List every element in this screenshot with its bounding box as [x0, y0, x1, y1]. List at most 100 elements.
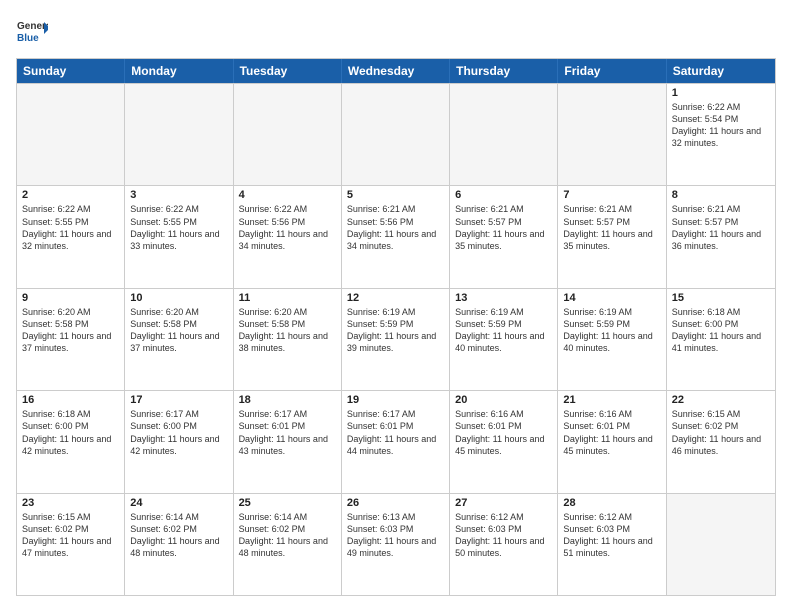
- day-header-monday: Monday: [125, 59, 233, 83]
- day-number: 28: [563, 497, 660, 509]
- day-details: Sunrise: 6:20 AMSunset: 5:58 PMDaylight:…: [22, 306, 119, 355]
- logo-svg: General Blue: [16, 16, 48, 48]
- header: General Blue: [16, 16, 776, 48]
- day-number: 15: [672, 292, 770, 304]
- day-cell-10: 10 Sunrise: 6:20 AMSunset: 5:58 PMDayligh…: [125, 289, 233, 390]
- day-details: Sunrise: 6:16 AMSunset: 6:01 PMDaylight:…: [455, 408, 552, 457]
- day-number: 22: [672, 394, 770, 406]
- day-cell-8: 8Sunrise: 6:21 AMSunset: 5:57 PMDaylight…: [667, 186, 775, 287]
- day-number: 10: [130, 292, 227, 304]
- day-details: Sunrise: 6:18 AMSunset: 6:00 PMDaylight:…: [672, 306, 770, 355]
- calendar: SundayMondayTuesdayWednesdayThursdayFrid…: [16, 58, 776, 596]
- day-details: Sunrise: 6:13 AMSunset: 6:03 PMDaylight:…: [347, 511, 444, 560]
- day-details: Sunrise: 6:21 AMSunset: 5:57 PMDaylight:…: [455, 203, 552, 252]
- day-number: 4: [239, 189, 336, 201]
- week-row-1: 1 Sunrise: 6:22 AMSunset: 5:54 PMDaylight…: [17, 83, 775, 185]
- empty-cell: [234, 84, 342, 185]
- day-details: Sunrise: 6:19 AMSunset: 5:59 PMDaylight:…: [563, 306, 660, 355]
- day-header-thursday: Thursday: [450, 59, 558, 83]
- day-number: 7: [563, 189, 660, 201]
- day-cell-19: 19Sunrise: 6:17 AMSunset: 6:01 PMDayligh…: [342, 391, 450, 492]
- day-cell-26: 26 Sunrise: 6:13 AMSunset: 6:03 PMDayligh…: [342, 494, 450, 595]
- day-details: Sunrise: 6:20 AMSunset: 5:58 PMDaylight:…: [239, 306, 336, 355]
- day-number: 1: [672, 87, 770, 99]
- day-details: Sunrise: 6:12 AMSunset: 6:03 PMDaylight:…: [455, 511, 552, 560]
- day-number: 16: [22, 394, 119, 406]
- day-cell-14: 14 Sunrise: 6:19 AMSunset: 5:59 PMDayligh…: [558, 289, 666, 390]
- day-details: Sunrise: 6:12 AMSunset: 6:03 PMDaylight:…: [563, 511, 660, 560]
- day-cell-13: 13 Sunrise: 6:19 AMSunset: 5:59 PMDayligh…: [450, 289, 558, 390]
- day-number: 14: [563, 292, 660, 304]
- day-number: 26: [347, 497, 444, 509]
- calendar-body: 1 Sunrise: 6:22 AMSunset: 5:54 PMDaylight…: [17, 83, 775, 595]
- day-cell-15: 15 Sunrise: 6:18 AMSunset: 6:00 PMDayligh…: [667, 289, 775, 390]
- page: General Blue SundayMondayTuesdayWednesda…: [0, 0, 792, 612]
- calendar-header: SundayMondayTuesdayWednesdayThursdayFrid…: [17, 59, 775, 83]
- svg-text:Blue: Blue: [17, 33, 39, 44]
- week-row-2: 2 Sunrise: 6:22 AMSunset: 5:55 PMDaylight…: [17, 185, 775, 287]
- empty-cell: [450, 84, 558, 185]
- day-cell-1: 1 Sunrise: 6:22 AMSunset: 5:54 PMDaylight…: [667, 84, 775, 185]
- day-details: Sunrise: 6:19 AMSunset: 5:59 PMDaylight:…: [455, 306, 552, 355]
- day-details: Sunrise: 6:15 AMSunset: 6:02 PMDaylight:…: [22, 511, 119, 560]
- day-number: 9: [22, 292, 119, 304]
- day-details: Sunrise: 6:14 AMSunset: 6:02 PMDaylight:…: [130, 511, 227, 560]
- day-number: 17: [130, 394, 227, 406]
- day-number: 5: [347, 189, 444, 201]
- day-number: 11: [239, 292, 336, 304]
- day-details: Sunrise: 6:18 AMSunset: 6:00 PMDaylight:…: [22, 408, 119, 457]
- day-number: 25: [239, 497, 336, 509]
- day-cell-24: 24 Sunrise: 6:14 AMSunset: 6:02 PMDayligh…: [125, 494, 233, 595]
- day-number: 20: [455, 394, 552, 406]
- week-row-3: 9 Sunrise: 6:20 AMSunset: 5:58 PMDaylight…: [17, 288, 775, 390]
- day-number: 13: [455, 292, 552, 304]
- day-details: Sunrise: 6:22 AMSunset: 5:55 PMDaylight:…: [22, 203, 119, 252]
- day-cell-25: 25 Sunrise: 6:14 AMSunset: 6:02 PMDayligh…: [234, 494, 342, 595]
- day-details: Sunrise: 6:21 AMSunset: 5:57 PMDaylight:…: [672, 203, 770, 252]
- day-details: Sunrise: 6:21 AMSunset: 5:57 PMDaylight:…: [563, 203, 660, 252]
- day-number: 2: [22, 189, 119, 201]
- empty-cell: [125, 84, 233, 185]
- day-details: Sunrise: 6:21 AMSunset: 5:56 PMDaylight:…: [347, 203, 444, 252]
- day-header-saturday: Saturday: [667, 59, 775, 83]
- empty-cell: [342, 84, 450, 185]
- day-cell-21: 21 Sunrise: 6:16 AMSunset: 6:01 PMDayligh…: [558, 391, 666, 492]
- day-details: Sunrise: 6:15 AMSunset: 6:02 PMDaylight:…: [672, 408, 770, 457]
- day-cell-18: 18 Sunrise: 6:17 AMSunset: 6:01 PMDayligh…: [234, 391, 342, 492]
- week-row-5: 23Sunrise: 6:15 AMSunset: 6:02 PMDayligh…: [17, 493, 775, 595]
- day-details: Sunrise: 6:20 AMSunset: 5:58 PMDaylight:…: [130, 306, 227, 355]
- day-details: Sunrise: 6:19 AMSunset: 5:59 PMDaylight:…: [347, 306, 444, 355]
- day-cell-6: 6Sunrise: 6:21 AMSunset: 5:57 PMDaylight…: [450, 186, 558, 287]
- day-details: Sunrise: 6:17 AMSunset: 6:01 PMDaylight:…: [239, 408, 336, 457]
- day-details: Sunrise: 6:17 AMSunset: 6:00 PMDaylight:…: [130, 408, 227, 457]
- logo: General Blue: [16, 16, 48, 48]
- day-cell-3: 3 Sunrise: 6:22 AMSunset: 5:55 PMDaylight…: [125, 186, 233, 287]
- day-cell-2: 2 Sunrise: 6:22 AMSunset: 5:55 PMDaylight…: [17, 186, 125, 287]
- day-details: Sunrise: 6:22 AMSunset: 5:56 PMDaylight:…: [239, 203, 336, 252]
- day-details: Sunrise: 6:14 AMSunset: 6:02 PMDaylight:…: [239, 511, 336, 560]
- day-details: Sunrise: 6:16 AMSunset: 6:01 PMDaylight:…: [563, 408, 660, 457]
- day-number: 12: [347, 292, 444, 304]
- day-header-friday: Friday: [558, 59, 666, 83]
- day-number: 3: [130, 189, 227, 201]
- day-cell-4: 4 Sunrise: 6:22 AMSunset: 5:56 PMDaylight…: [234, 186, 342, 287]
- day-cell-22: 22 Sunrise: 6:15 AMSunset: 6:02 PMDayligh…: [667, 391, 775, 492]
- day-number: 18: [239, 394, 336, 406]
- day-cell-7: 7 Sunrise: 6:21 AMSunset: 5:57 PMDaylight…: [558, 186, 666, 287]
- day-header-sunday: Sunday: [17, 59, 125, 83]
- empty-cell: [667, 494, 775, 595]
- day-details: Sunrise: 6:17 AMSunset: 6:01 PMDaylight:…: [347, 408, 444, 457]
- day-cell-28: 28 Sunrise: 6:12 AMSunset: 6:03 PMDayligh…: [558, 494, 666, 595]
- svg-text:General: General: [17, 21, 48, 32]
- day-cell-16: 16 Sunrise: 6:18 AMSunset: 6:00 PMDayligh…: [17, 391, 125, 492]
- day-details: Sunrise: 6:22 AMSunset: 5:54 PMDaylight:…: [672, 101, 770, 150]
- day-cell-11: 11 Sunrise: 6:20 AMSunset: 5:58 PMDayligh…: [234, 289, 342, 390]
- day-cell-27: 27Sunrise: 6:12 AMSunset: 6:03 PMDayligh…: [450, 494, 558, 595]
- day-number: 21: [563, 394, 660, 406]
- day-details: Sunrise: 6:22 AMSunset: 5:55 PMDaylight:…: [130, 203, 227, 252]
- day-header-tuesday: Tuesday: [234, 59, 342, 83]
- day-cell-20: 20 Sunrise: 6:16 AMSunset: 6:01 PMDayligh…: [450, 391, 558, 492]
- day-cell-9: 9 Sunrise: 6:20 AMSunset: 5:58 PMDaylight…: [17, 289, 125, 390]
- empty-cell: [17, 84, 125, 185]
- day-number: 24: [130, 497, 227, 509]
